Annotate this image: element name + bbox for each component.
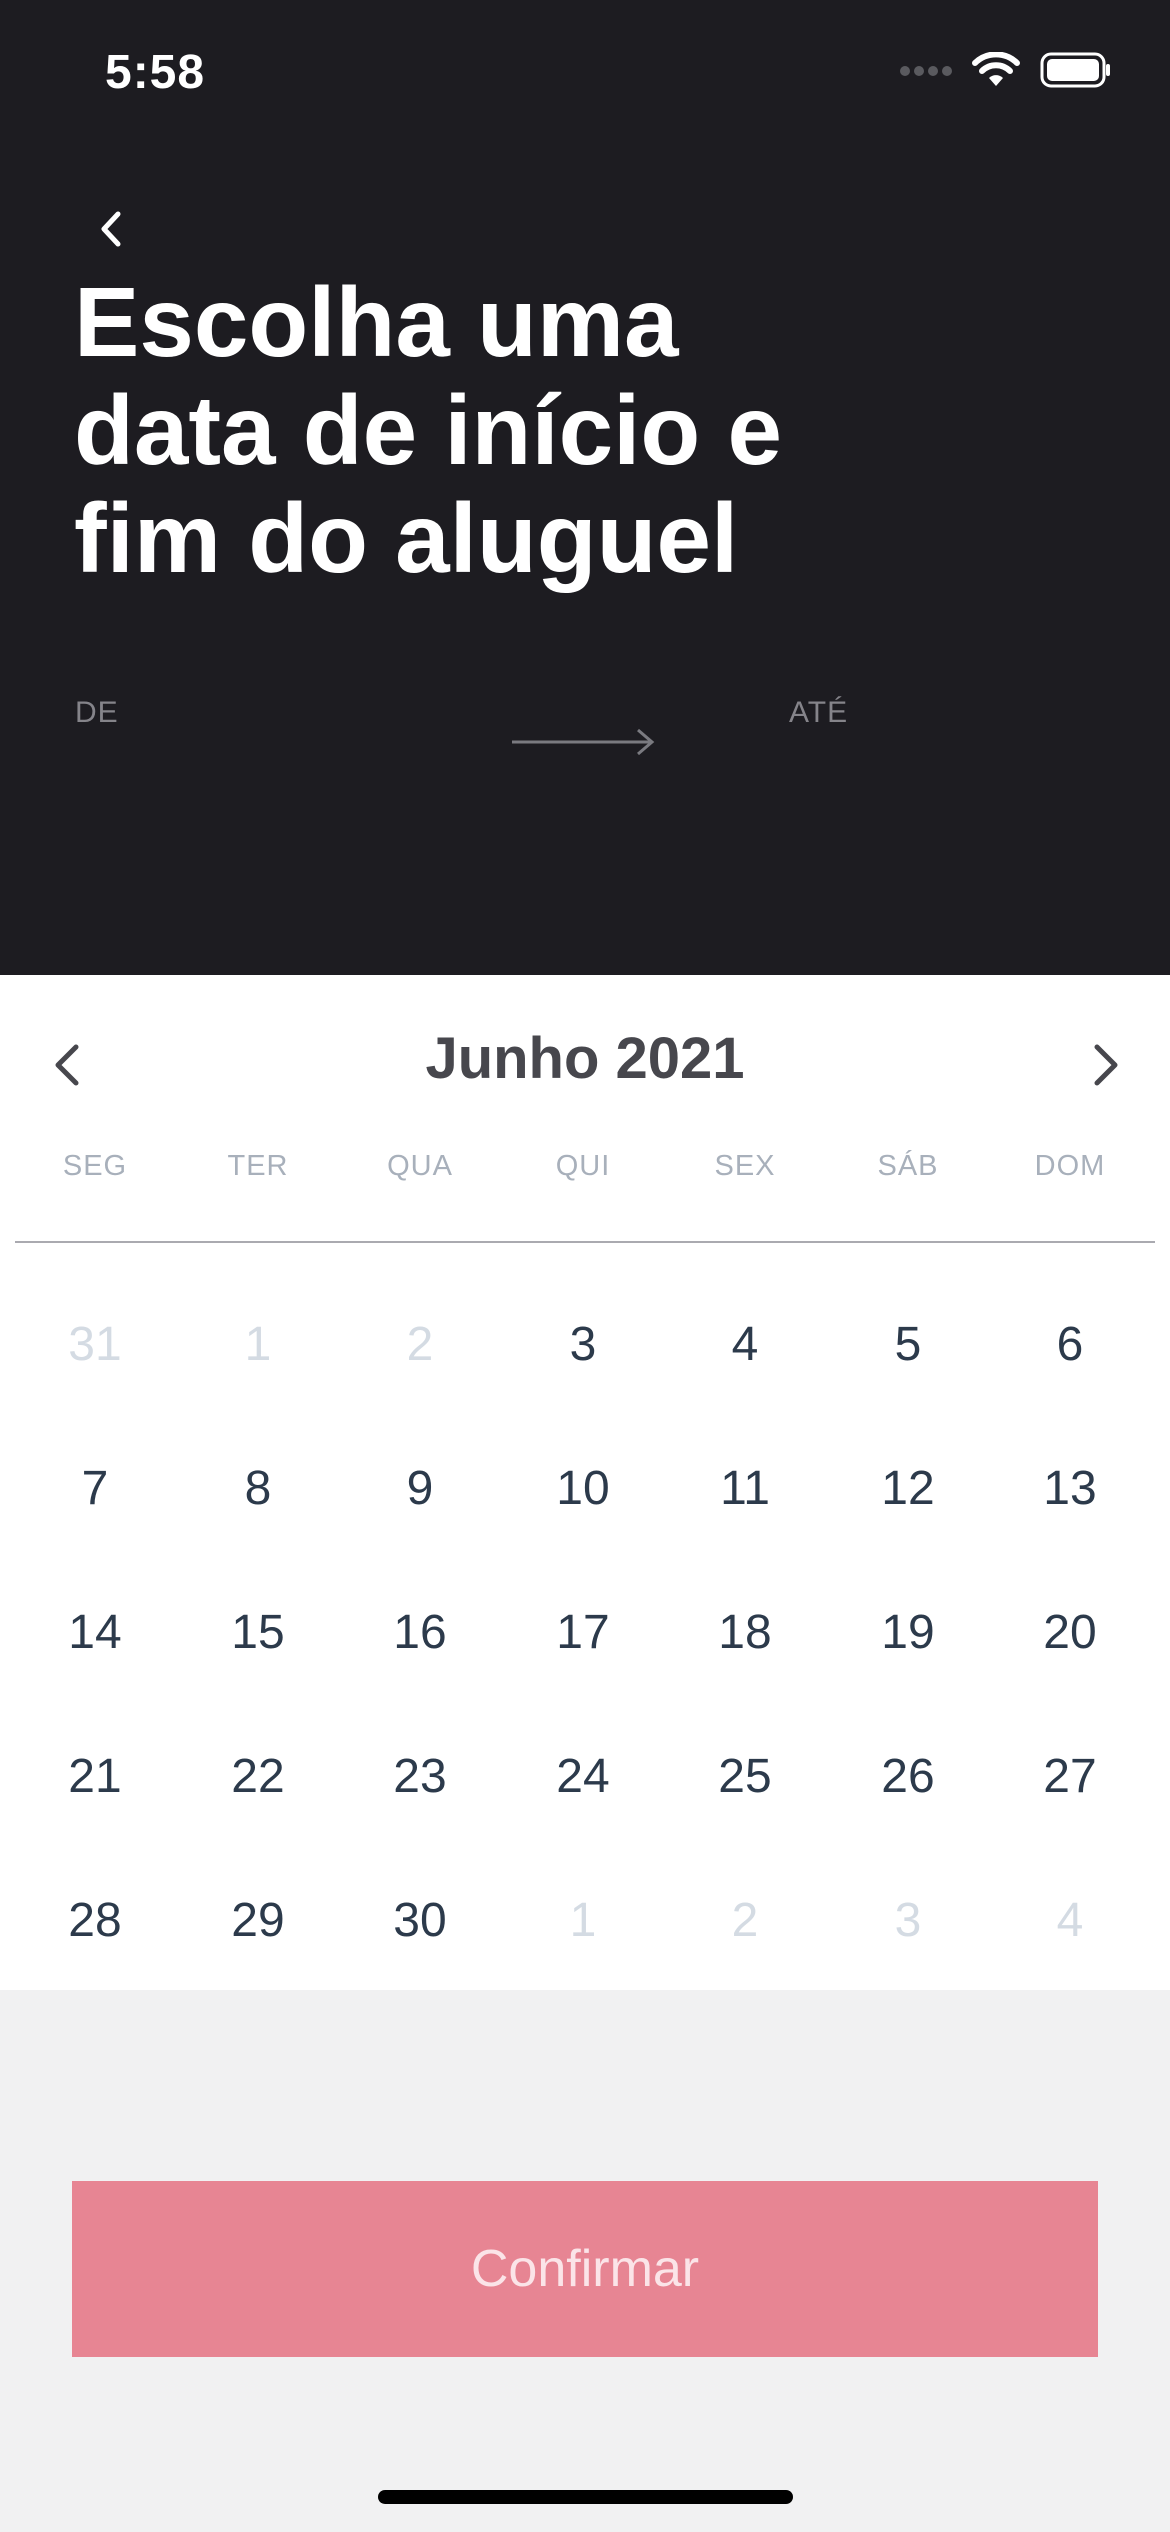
back-button[interactable] <box>88 200 134 258</box>
calendar: Junho 2021 SEG TER QUA QUI SEX SÁB DOM 3… <box>0 975 1170 1990</box>
calendar-day[interactable]: 4 <box>1000 1866 1140 1976</box>
calendar-day[interactable]: 18 <box>675 1578 815 1688</box>
calendar-day[interactable]: 26 <box>838 1722 978 1832</box>
calendar-day[interactable]: 25 <box>675 1722 815 1832</box>
calendar-day[interactable]: 7 <box>25 1434 165 1544</box>
calendar-day[interactable]: 11 <box>675 1434 815 1544</box>
calendar-day[interactable]: 8 <box>188 1434 328 1544</box>
calendar-day[interactable]: 14 <box>25 1578 165 1688</box>
weekday-header: SEG TER QUA QUI SEX SÁB DOM <box>0 1150 1170 1190</box>
header: 5:58 Escolha uma data de início e fim do… <box>0 0 1170 975</box>
calendar-day[interactable]: 22 <box>188 1722 328 1832</box>
calendar-day[interactable]: 15 <box>188 1578 328 1688</box>
signal-icon <box>900 66 952 76</box>
calendar-day[interactable]: 1 <box>188 1290 328 1400</box>
weekday-label: QUA <box>387 1150 453 1182</box>
calendar-day[interactable]: 5 <box>838 1290 978 1400</box>
weekday-label: SEG <box>62 1150 128 1182</box>
calendar-day[interactable]: 3 <box>838 1866 978 1976</box>
calendar-day[interactable]: 4 <box>675 1290 815 1400</box>
calendar-day[interactable]: 9 <box>350 1434 490 1544</box>
chevron-right-icon <box>1094 1044 1118 1086</box>
calendar-day[interactable]: 31 <box>25 1290 165 1400</box>
wifi-icon <box>972 52 1020 86</box>
status-time: 5:58 <box>105 46 206 99</box>
calendar-day[interactable]: 27 <box>1000 1722 1140 1832</box>
arrow-right-icon <box>512 728 655 756</box>
calendar-day[interactable]: 6 <box>1000 1290 1140 1400</box>
calendar-day[interactable]: 2 <box>675 1866 815 1976</box>
calendar-day[interactable]: 17 <box>513 1578 653 1688</box>
calendar-day[interactable]: 30 <box>350 1866 490 1976</box>
weekday-label: SÁB <box>877 1150 939 1182</box>
battery-icon <box>1040 52 1110 88</box>
calendar-day[interactable]: 2 <box>350 1290 490 1400</box>
home-indicator <box>378 2490 793 2504</box>
page-title: Escolha uma data de início e fim do alug… <box>74 267 782 593</box>
chevron-left-icon <box>101 211 121 247</box>
start-date-label: DE <box>75 696 119 729</box>
weekday-label: DOM <box>1034 1150 1106 1182</box>
calendar-day[interactable]: 20 <box>1000 1578 1140 1688</box>
status-bar: 5:58 <box>0 0 1170 140</box>
divider <box>15 1241 1155 1243</box>
calendar-day[interactable]: 21 <box>25 1722 165 1832</box>
calendar-day[interactable]: 29 <box>188 1866 328 1976</box>
weekday-label: TER <box>227 1150 289 1182</box>
calendar-day[interactable]: 16 <box>350 1578 490 1688</box>
weekday-label: QUI <box>555 1150 611 1182</box>
confirm-button[interactable]: Confirmar <box>72 2181 1098 2357</box>
calendar-day[interactable]: 12 <box>838 1434 978 1544</box>
month-title: Junho 2021 <box>425 1026 745 1091</box>
calendar-day[interactable]: 1 <box>513 1866 653 1976</box>
calendar-day[interactable]: 13 <box>1000 1434 1140 1544</box>
calendar-day[interactable]: 3 <box>513 1290 653 1400</box>
calendar-day[interactable]: 23 <box>350 1722 490 1832</box>
calendar-day[interactable]: 28 <box>25 1866 165 1976</box>
calendar-day[interactable]: 10 <box>513 1434 653 1544</box>
calendar-day[interactable]: 24 <box>513 1722 653 1832</box>
end-date-label: ATÉ <box>789 696 849 729</box>
next-month-button[interactable] <box>1085 1035 1125 1095</box>
status-icons <box>900 52 1112 88</box>
weekday-label: SEX <box>714 1150 776 1182</box>
calendar-day[interactable]: 19 <box>838 1578 978 1688</box>
